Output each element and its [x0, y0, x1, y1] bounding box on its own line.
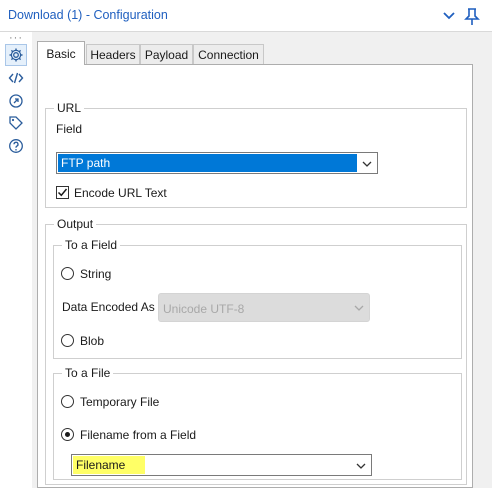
filename-from-field-radio[interactable]: [61, 428, 74, 441]
basic-tab-content: URL Field FTP path Encode URL Text Outpu…: [37, 64, 473, 488]
field-label: Field: [56, 122, 83, 136]
chevron-down-icon: [356, 463, 366, 469]
filename-field-select[interactable]: Filename: [71, 454, 372, 476]
url-group: URL Field FTP path Encode URL Text: [45, 101, 467, 208]
string-radio[interactable]: [61, 267, 74, 280]
help-icon: [9, 139, 23, 153]
data-encoded-label: Data Encoded As: [62, 300, 155, 314]
string-label: String: [80, 267, 112, 281]
configuration-panel: Basic Headers Payload Connection URL Fie…: [32, 32, 492, 488]
tab-payload[interactable]: Payload: [140, 44, 193, 64]
side-icon-bar: ···: [0, 32, 32, 488]
title-bar: Download (1) - Configuration: [0, 0, 492, 32]
url-group-legend: URL: [54, 101, 85, 115]
to-file-group: To a File Temporary File Filename from a…: [53, 366, 462, 480]
to-field-legend: To a Field: [62, 238, 121, 252]
configuration-tab-button[interactable]: [5, 44, 27, 66]
tab-headers[interactable]: Headers: [86, 44, 140, 64]
code-icon: [8, 72, 24, 84]
tag-button[interactable]: [5, 112, 27, 134]
configuration-window: Download (1) - Configuration ··· Basic H…: [0, 0, 492, 488]
to-file-legend: To a File: [62, 366, 114, 380]
encoding-value: Unicode UTF-8: [163, 302, 245, 316]
window-title: Download (1) - Configuration: [8, 8, 168, 22]
url-field-select[interactable]: FTP path: [56, 152, 378, 174]
annotation-button[interactable]: [5, 90, 27, 112]
filename-field-value: Filename: [73, 456, 145, 474]
pin-icon[interactable]: [462, 6, 482, 26]
temporary-file-label: Temporary File: [80, 395, 160, 409]
checkmark-icon: [57, 188, 68, 197]
tab-basic-label: Basic: [46, 46, 76, 61]
xml-view-button[interactable]: [5, 67, 27, 89]
encode-url-label: Encode URL Text: [74, 186, 167, 200]
tab-basic[interactable]: Basic: [37, 41, 85, 65]
help-button[interactable]: [5, 135, 27, 157]
to-field-group: To a Field String Data Encoded As Unicod…: [53, 238, 462, 359]
target-icon: [9, 94, 23, 108]
tab-payload-label: Payload: [144, 47, 189, 62]
filename-from-field-label: Filename from a Field: [80, 428, 197, 442]
gear-icon: [9, 48, 23, 62]
temporary-file-radio[interactable]: [61, 395, 74, 408]
chevron-down-icon: [354, 305, 364, 311]
tag-icon: [9, 116, 23, 130]
encoding-select[interactable]: Unicode UTF-8: [158, 293, 370, 322]
tab-connection-label: Connection: [198, 47, 259, 62]
tab-headers-label: Headers: [90, 47, 136, 62]
chevron-down-icon[interactable]: [440, 7, 458, 25]
blob-radio[interactable]: [61, 334, 74, 347]
chevron-down-icon: [362, 161, 372, 167]
output-group: Output To a Field String Data Encoded As…: [45, 217, 467, 485]
more-dots-icon[interactable]: ···: [9, 32, 23, 44]
blob-label: Blob: [80, 334, 105, 348]
url-field-value: FTP path: [58, 154, 357, 172]
tab-connection[interactable]: Connection: [193, 44, 264, 64]
encode-url-checkbox[interactable]: [56, 186, 69, 199]
output-group-legend: Output: [54, 217, 97, 231]
